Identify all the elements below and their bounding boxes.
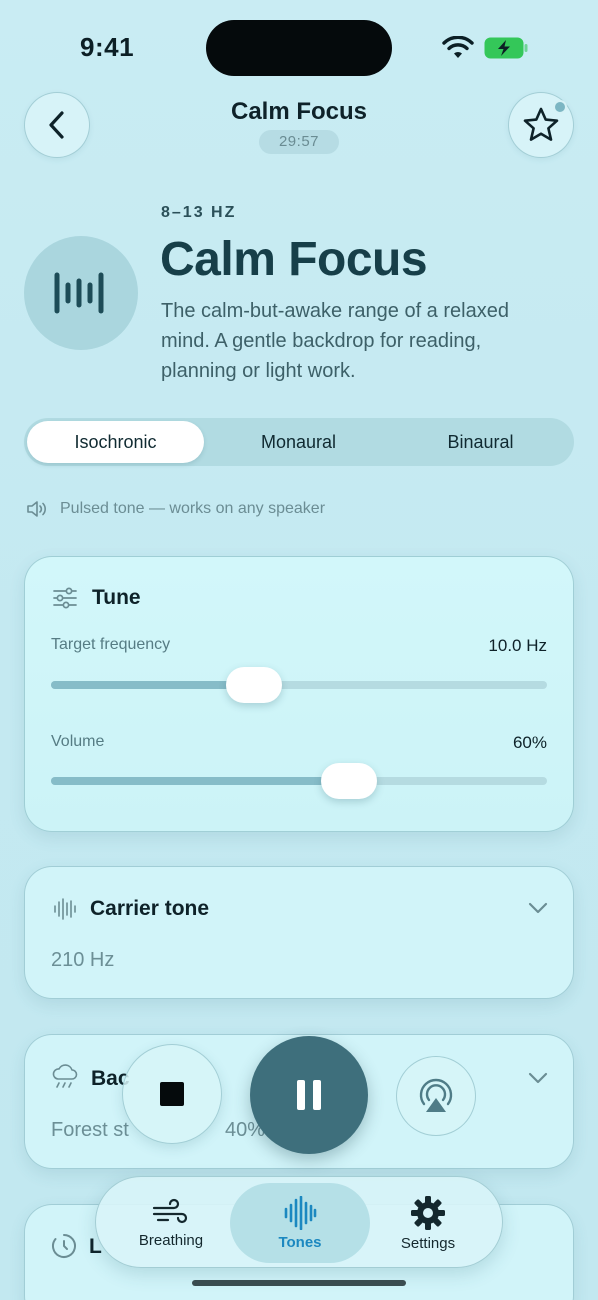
status-time: 9:41 — [80, 32, 135, 62]
notification-dot — [553, 100, 567, 114]
airplay-icon — [419, 1078, 453, 1112]
volume-slider-fill — [51, 777, 349, 785]
wifi-icon — [442, 36, 474, 58]
frequency-slider[interactable] — [51, 667, 547, 703]
hero-waveform-badge — [24, 236, 138, 350]
volume-value: 60% — [512, 733, 547, 752]
volume-label: Volume — [51, 733, 105, 750]
stop-icon — [160, 1082, 184, 1106]
mode-segmented-control: Isochronic Monaural Binaural — [24, 418, 574, 466]
home-indicator — [192, 1280, 406, 1286]
tab-settings[interactable]: Settings — [362, 1183, 494, 1263]
cloud-rain-icon — [52, 1064, 78, 1088]
tune-title: Tune — [92, 586, 141, 609]
tab-settings-label: Settings — [400, 1234, 456, 1252]
volume-slider-thumb[interactable] — [320, 763, 377, 799]
airplay-button[interactable] — [396, 1056, 476, 1136]
frequency-range: 8–13 HZ — [161, 204, 237, 221]
frequency-slider-fill — [51, 681, 255, 689]
mode-hint: Pulsed tone — works on any speaker — [26, 500, 325, 518]
stop-button[interactable] — [122, 1044, 222, 1144]
hint-text: Pulsed tone — works on any speaker — [60, 500, 326, 517]
tab-bar: Breathing Tones Settings — [95, 1176, 503, 1268]
frequency-value: 10.0 Hz — [488, 636, 547, 655]
gear-icon — [411, 1195, 445, 1230]
background-sound-name: Forest st — [51, 1119, 129, 1141]
waveform-icon — [54, 898, 76, 920]
preset-description: The calm-but-awake range of a relaxed mi… — [161, 300, 509, 382]
frequency-label: Target frequency — [51, 636, 171, 653]
speaker-icon — [27, 501, 46, 517]
pause-button[interactable] — [250, 1036, 368, 1154]
mode-binaural[interactable]: Binaural — [390, 421, 571, 463]
carrier-title: Carrier tone — [90, 897, 210, 920]
tab-tones-label: Tones — [278, 1233, 322, 1251]
dynamic-island — [206, 20, 392, 76]
tab-tones[interactable]: Tones — [230, 1183, 370, 1263]
carrier-tone-card[interactable]: Carrier tone 210 Hz — [24, 866, 574, 999]
chevron-down-icon[interactable] — [527, 901, 549, 915]
battery-icon — [484, 37, 528, 59]
carrier-value: 210 Hz — [51, 949, 115, 971]
tab-breathing-label: Breathing — [138, 1231, 204, 1249]
session-timer: 29:57 — [259, 130, 339, 154]
sliders-icon — [53, 587, 77, 609]
mode-monaural[interactable]: Monaural — [207, 421, 390, 463]
waveform-bars-icon — [54, 272, 104, 314]
wind-icon — [152, 1198, 188, 1223]
tune-card: Tune Target frequency 10.0 Hz Volume 60% — [24, 556, 574, 832]
timer-icon — [52, 1234, 76, 1258]
volume-slider[interactable] — [51, 763, 547, 799]
frequency-slider-thumb[interactable] — [226, 667, 283, 703]
tab-breathing[interactable]: Breathing — [106, 1183, 236, 1263]
pause-icon — [297, 1080, 321, 1110]
waveform-icon — [284, 1195, 317, 1230]
preset-title: Calm Focus — [160, 233, 428, 286]
chevron-down-icon[interactable] — [527, 1071, 549, 1085]
mode-isochronic[interactable]: Isochronic — [27, 421, 204, 463]
